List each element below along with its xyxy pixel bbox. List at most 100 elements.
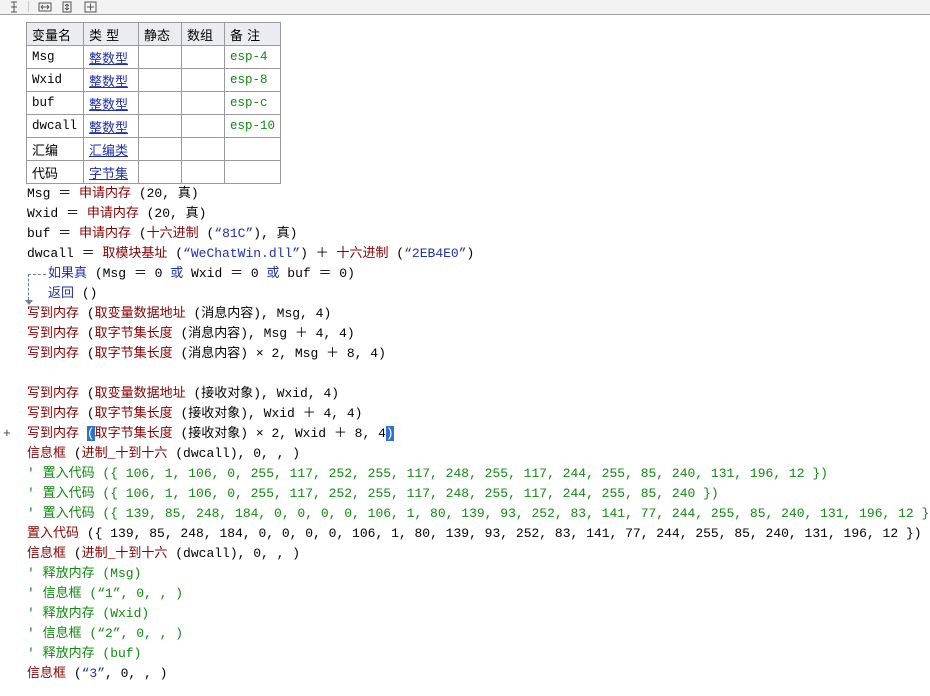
var-static-cell[interactable] — [138, 137, 182, 161]
code-text: ( — [66, 666, 82, 681]
code-text: ({ 139, 85, 248, 184, 0, 0, 0, 0, 106, 1… — [79, 526, 922, 541]
code-text: ( — [167, 246, 184, 261]
comment-line[interactable]: ' 释放内存 (Wxid) — [27, 604, 149, 624]
flow-keyword: 如果真 — [48, 266, 88, 281]
comment-line[interactable]: ' 信息框 (“2”, 0, , ) — [27, 624, 183, 644]
code-line[interactable]: 信息框 (“3”, 0, , ) — [27, 664, 167, 684]
var-array-cell[interactable] — [181, 91, 225, 115]
code-line[interactable]: 写到内存 (取字节集长度 (接收对象), Wxid ＋ 4, 4) — [27, 404, 362, 424]
operator-keyword: 或 — [266, 266, 280, 281]
var-note-cell[interactable]: esp-8 — [223, 68, 282, 92]
code-line[interactable]: 返回 () — [48, 284, 97, 304]
editor-toolbar — [0, 0, 930, 15]
var-type-cell[interactable]: 整数型 — [83, 114, 139, 138]
code-line[interactable]: 信息框 (进制_十到十六 (dwcall), 0, , ) — [27, 444, 300, 464]
var-name-cell[interactable]: Wxid — [26, 68, 84, 92]
table-row[interactable]: Msg 整数型 esp-4 — [26, 45, 282, 69]
command-name: 写到内存 — [27, 426, 80, 441]
code-line[interactable]: 如果真 (Msg ＝ 0 或 Wxid ＝ 0 或 buf ＝ 0) — [48, 264, 355, 284]
code-text: ( — [79, 346, 95, 361]
command-name: 写到内存 — [27, 326, 80, 341]
var-name-cell[interactable]: Msg — [26, 45, 84, 69]
selected-paren: ( — [86, 426, 95, 441]
var-name-cell[interactable]: buf — [26, 91, 84, 115]
var-note-cell[interactable] — [223, 137, 282, 161]
var-array-cell[interactable] — [181, 114, 225, 138]
comment-line[interactable]: ' 置入代码 ({ 106, 1, 106, 0, 255, 117, 252,… — [27, 484, 719, 504]
table-row[interactable]: 代码 字节集 — [26, 160, 282, 184]
code-text: (接收对象), Wxid ＋ 4, 4) — [172, 406, 363, 421]
var-note-cell[interactable] — [223, 160, 282, 184]
comment-line[interactable]: ' 释放内存 (Msg) — [27, 564, 141, 584]
var-name-cell[interactable]: 代码 — [26, 160, 84, 184]
command-name: 申请内存 — [79, 186, 132, 201]
column-header-static: 静态 — [138, 22, 182, 46]
var-array-cell[interactable] — [181, 160, 225, 184]
vertical-resize-icon[interactable] — [59, 0, 75, 13]
code-text: ), 真) — [253, 226, 298, 241]
code-line[interactable]: 写到内存 (取变量数据地址 (接收对象), Wxid, 4) — [27, 384, 339, 404]
code-line[interactable]: 置入代码 ({ 139, 85, 248, 184, 0, 0, 0, 0, 1… — [27, 524, 922, 544]
code-text: ( — [79, 326, 95, 341]
var-static-cell[interactable] — [138, 114, 182, 138]
comment-line[interactable]: ' 置入代码 ({ 106, 1, 106, 0, 255, 117, 252,… — [27, 464, 828, 484]
code-text: (消息内容), Msg, 4) — [185, 306, 332, 321]
operator-keyword: 或 — [170, 266, 184, 281]
command-name: 十六进制 — [336, 246, 389, 261]
command-name: 信息框 — [27, 546, 67, 561]
command-name: 写到内存 — [27, 306, 80, 321]
code-line[interactable]: 写到内存 (取字节集长度 (消息内容), Msg ＋ 4, 4) — [27, 324, 355, 344]
var-static-cell[interactable] — [138, 68, 182, 92]
code-text: (接收对象), Wxid, 4) — [185, 386, 340, 401]
var-note-cell[interactable]: esp-c — [223, 91, 282, 115]
horizontal-resize-icon[interactable] — [37, 0, 53, 13]
code-line[interactable]: 写到内存 (取变量数据地址 (消息内容), Msg, 4) — [27, 304, 331, 324]
command-name: 写到内存 — [27, 386, 80, 401]
code-line[interactable]: dwcall ＝ 取模块基址 (“WeChatWin.dll”) ＋ 十六进制 … — [27, 244, 474, 264]
var-type-cell[interactable]: 字节集 — [83, 160, 139, 184]
var-type-cell[interactable]: 整数型 — [83, 45, 139, 69]
command-name: 取变量数据地址 — [94, 306, 186, 321]
code-line[interactable]: Msg ＝ 申请内存 (20, 真) — [27, 184, 199, 204]
var-array-cell[interactable] — [181, 137, 225, 161]
command-name: 进制_十到十六 — [81, 546, 168, 561]
code-text: ( — [131, 226, 147, 241]
command-name: 取字节集长度 — [94, 406, 173, 421]
command-name: 置入代码 — [27, 526, 80, 541]
var-type-cell[interactable]: 整数型 — [83, 68, 139, 92]
var-static-cell[interactable] — [138, 91, 182, 115]
code-text: Msg ＝ — [27, 186, 80, 201]
code-line[interactable]: 信息框 (进制_十到十六 (dwcall), 0, , ) — [27, 544, 300, 564]
var-array-cell[interactable] — [181, 68, 225, 92]
move-icon[interactable] — [82, 0, 98, 13]
comment-line[interactable]: ' 释放内存 (buf) — [27, 644, 141, 664]
var-note-cell[interactable]: esp-10 — [223, 114, 282, 138]
var-name-cell[interactable]: dwcall — [26, 114, 84, 138]
expand-line-marker[interactable]: + — [3, 424, 11, 444]
code-line[interactable]: Wxid ＝ 申请内存 (20, 真) — [27, 204, 206, 224]
table-row[interactable]: buf 整数型 esp-c — [26, 91, 282, 115]
code-line[interactable]: 写到内存 (取字节集长度 (消息内容) × 2, Msg ＋ 8, 4) — [27, 344, 386, 364]
column-header-type: 类 型 — [83, 22, 139, 46]
code-text: (Msg ＝ 0 — [87, 266, 171, 281]
var-note-cell[interactable]: esp-4 — [223, 45, 282, 69]
code-text: (消息内容), Msg ＋ 4, 4) — [172, 326, 355, 341]
var-static-cell[interactable] — [138, 160, 182, 184]
command-name: 写到内存 — [27, 406, 80, 421]
comment-line[interactable]: ' 置入代码 ({ 139, 85, 248, 184, 0, 0, 0, 0,… — [27, 504, 930, 524]
comment-line[interactable]: ' 信息框 (“1”, 0, , ) — [27, 584, 183, 604]
var-type-cell[interactable]: 整数型 — [83, 91, 139, 115]
code-line[interactable]: buf ＝ 申请内存 (十六进制 (“81C”), 真) — [27, 224, 298, 244]
code-text: buf ＝ — [27, 226, 80, 241]
var-name-cell[interactable]: 汇编 — [26, 137, 84, 161]
table-row[interactable]: 汇编 汇编类 — [26, 137, 282, 161]
text-cursor-icon[interactable] — [6, 0, 22, 13]
command-name: 写到内存 — [27, 346, 80, 361]
code-line-current[interactable]: 写到内存 (取字节集长度 (接收对象) × 2, Wxid ＋ 8, 4) — [27, 424, 394, 444]
table-row[interactable]: Wxid 整数型 esp-8 — [26, 68, 282, 92]
var-array-cell[interactable] — [181, 45, 225, 69]
code-text: ) — [466, 246, 475, 261]
var-static-cell[interactable] — [138, 45, 182, 69]
table-row[interactable]: dwcall 整数型 esp-10 — [26, 114, 282, 138]
var-type-cell[interactable]: 汇编类 — [83, 137, 139, 161]
